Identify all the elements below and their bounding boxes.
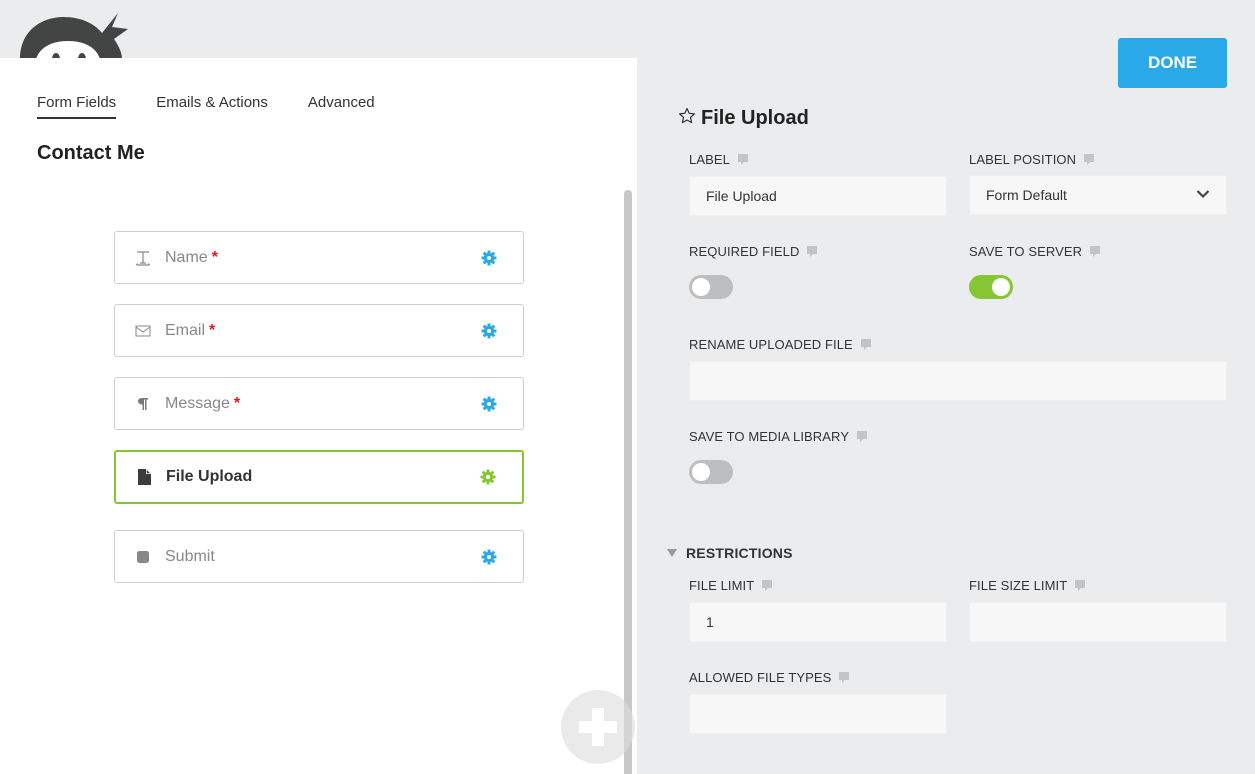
restrictions-section-toggle[interactable]: RESTRICTIONS: [667, 545, 793, 561]
required-field-label: REQUIRED FIELD: [689, 244, 818, 259]
chevron-down-icon: [1196, 190, 1210, 199]
gear-icon[interactable]: [481, 250, 497, 266]
form-builder-panel: Form Fields Emails & Actions Advanced Co…: [0, 58, 637, 774]
scrollbar[interactable]: [624, 190, 632, 774]
help-icon[interactable]: [860, 338, 871, 351]
allowed-file-types-label: ALLOWED FILE TYPES: [689, 670, 850, 685]
button-icon: [135, 549, 151, 565]
save-to-server-toggle[interactable]: [969, 275, 1013, 299]
label-position-value: Form Default: [986, 187, 1067, 203]
help-icon[interactable]: [1090, 245, 1101, 258]
gear-icon[interactable]: [481, 396, 497, 412]
form-title: Contact Me: [37, 142, 145, 164]
help-icon[interactable]: [1084, 153, 1095, 166]
label-position-select[interactable]: Form Default: [969, 175, 1227, 215]
help-icon[interactable]: [762, 579, 773, 592]
file-size-limit-label: FILE SIZE LIMIT: [969, 578, 1086, 593]
done-button[interactable]: DONE: [1118, 38, 1227, 88]
file-limit-input[interactable]: 1: [689, 602, 947, 642]
add-field-button[interactable]: [561, 690, 635, 764]
field-label: Message *: [165, 394, 241, 412]
required-field-toggle[interactable]: [689, 275, 733, 299]
star-outline-icon[interactable]: [678, 107, 696, 130]
save-to-server-label: SAVE TO SERVER: [969, 244, 1101, 259]
gear-icon[interactable]: [481, 323, 497, 339]
tab-advanced[interactable]: Advanced: [308, 94, 375, 119]
help-icon[interactable]: [1075, 579, 1086, 592]
rename-uploaded-file-input[interactable]: [689, 361, 1227, 401]
file-icon: [136, 469, 152, 485]
text-icon: [135, 250, 151, 266]
tab-bar: Form Fields Emails & Actions Advanced: [37, 94, 415, 119]
field-label: File Upload: [166, 468, 253, 485]
save-to-media-library-label: SAVE TO MEDIA LIBRARY: [689, 429, 868, 444]
settings-title-text: File Upload: [701, 107, 809, 129]
label-position-label: LABEL POSITION: [969, 152, 1095, 167]
triangle-down-icon: [667, 549, 677, 557]
help-icon[interactable]: [839, 671, 850, 684]
tab-form-fields[interactable]: Form Fields: [37, 94, 117, 119]
ninja-logo-icon: [18, 7, 130, 59]
rename-uploaded-file-label: RENAME UPLOADED FILE: [689, 337, 871, 352]
file-limit-label: FILE LIMIT: [689, 578, 773, 593]
plus-icon: [579, 708, 617, 746]
field-name[interactable]: Name *: [114, 231, 524, 284]
label-field-label: LABEL: [689, 152, 748, 167]
save-to-media-library-toggle[interactable]: [689, 460, 733, 484]
paragraph-icon: [135, 396, 151, 412]
help-icon[interactable]: [857, 430, 868, 443]
field-label: Name *: [165, 248, 218, 266]
gear-icon[interactable]: [480, 469, 496, 485]
envelope-icon: [135, 323, 151, 339]
field-email[interactable]: Email *: [114, 304, 524, 357]
field-list: Name * Email * Message * File Upload Sub…: [114, 231, 524, 603]
restrictions-title: RESTRICTIONS: [686, 545, 793, 561]
help-icon[interactable]: [807, 245, 818, 258]
field-label: Email *: [165, 321, 216, 339]
help-icon[interactable]: [737, 153, 748, 166]
allowed-file-types-input[interactable]: [689, 694, 947, 734]
gear-icon[interactable]: [481, 549, 497, 565]
field-submit[interactable]: Submit: [114, 530, 524, 583]
field-label: Submit: [165, 547, 215, 565]
tab-emails-actions[interactable]: Emails & Actions: [156, 94, 268, 119]
field-file-upload[interactable]: File Upload: [114, 450, 524, 504]
label-input[interactable]: File Upload: [689, 176, 947, 216]
file-size-limit-input[interactable]: [969, 602, 1227, 642]
field-message[interactable]: Message *: [114, 377, 524, 430]
settings-title: File Upload: [678, 107, 809, 130]
